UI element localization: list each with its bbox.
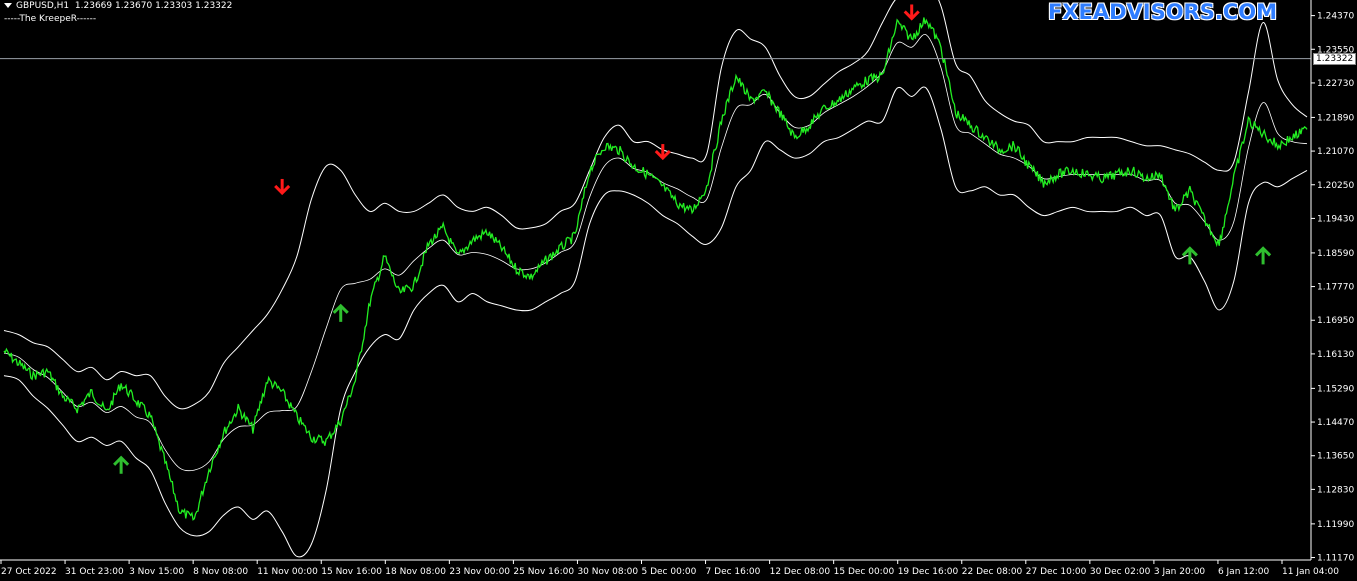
x-tick-label: 3 Nov 15:00 [129, 567, 184, 577]
x-tick-label: 11 Nov 00:00 [257, 567, 318, 577]
buy-arrow-icon [113, 455, 130, 474]
sell-arrow-icon [903, 4, 920, 21]
buy-arrow-icon [332, 303, 349, 322]
chart-header: GBPUSD,H1 1.23669 1.23670 1.23303 1.2332… [4, 1, 232, 11]
y-tick-label: 1.21070 [1317, 147, 1354, 157]
watermark-logo: FXEADVISORS.COM [1047, 0, 1277, 24]
sell-arrow-icon [274, 178, 291, 196]
y-tick-label: 1.24370 [1317, 12, 1354, 22]
x-tick-label: 3 Jan 20:00 [1154, 567, 1206, 577]
x-tick-label: 6 Jan 12:00 [1218, 567, 1270, 577]
x-tick-label: 27 Dec 10:00 [1026, 567, 1087, 577]
x-tick-label: 7 Dec 16:00 [706, 567, 761, 577]
y-tick-label: 1.22730 [1317, 79, 1354, 89]
x-tick-label: 23 Nov 00:00 [449, 567, 510, 577]
upper-band-line [3, 0, 1308, 410]
price-chart[interactable]: 1.243701.235501.227301.218901.210701.202… [0, 0, 1357, 581]
y-tick-label: 1.11990 [1317, 520, 1354, 530]
y-tick-label: 1.14470 [1317, 418, 1354, 428]
plot-area [0, 0, 1311, 558]
x-tick-label: 12 Dec 08:00 [770, 567, 831, 577]
x-tick-label: 18 Nov 08:00 [385, 567, 446, 577]
price-line [3, 17, 1308, 521]
x-tick-label: 15 Dec 00:00 [834, 567, 895, 577]
x-tick-label: 5 Dec 00:00 [642, 567, 697, 577]
y-tick-label: 1.12830 [1317, 485, 1354, 495]
x-tick-label: 19 Dec 16:00 [898, 567, 959, 577]
current-price-tag: 1.23322 [1313, 52, 1357, 65]
indicator-name: -----The KreepeR------ [4, 14, 97, 24]
y-tick-label: 1.13650 [1317, 452, 1354, 462]
x-tick-label: 15 Nov 16:00 [321, 567, 382, 577]
x-tick-label: 30 Dec 02:00 [1090, 567, 1151, 577]
middle-band-line [3, 33, 1308, 472]
y-tick-label: 1.15290 [1317, 384, 1354, 394]
x-tick-label: 27 Oct 2022 [1, 567, 57, 577]
y-tick-label: 1.20250 [1317, 181, 1354, 191]
y-tick-label: 1.19430 [1317, 214, 1354, 224]
x-tick-label: 22 Dec 08:00 [962, 567, 1023, 577]
x-tick-label: 8 Nov 08:00 [193, 567, 248, 577]
y-tick-label: 1.17770 [1317, 283, 1354, 293]
y-tick-label: 1.16950 [1317, 316, 1354, 326]
symbol-label: GBPUSD,H1 [16, 1, 70, 11]
lower-band-line [3, 86, 1308, 558]
y-tick-label: 1.16130 [1317, 350, 1354, 360]
buy-arrow-icon [1255, 246, 1272, 265]
x-tick-label: 30 Nov 08:00 [577, 567, 638, 577]
x-tick-label: 11 Jan 04:00 [1282, 567, 1339, 577]
dropdown-triangle-icon[interactable] [4, 3, 12, 8]
y-tick-label: 1.11170 [1317, 554, 1354, 564]
x-tick-label: 25 Nov 16:00 [513, 567, 574, 577]
x-tick-label: 31 Oct 23:00 [65, 567, 124, 577]
sell-arrow-icon [654, 144, 671, 161]
ohlc-values: 1.23669 1.23670 1.23303 1.23322 [74, 1, 233, 11]
y-tick-label: 1.21890 [1317, 113, 1354, 123]
y-tick-label: 1.18590 [1317, 249, 1354, 259]
